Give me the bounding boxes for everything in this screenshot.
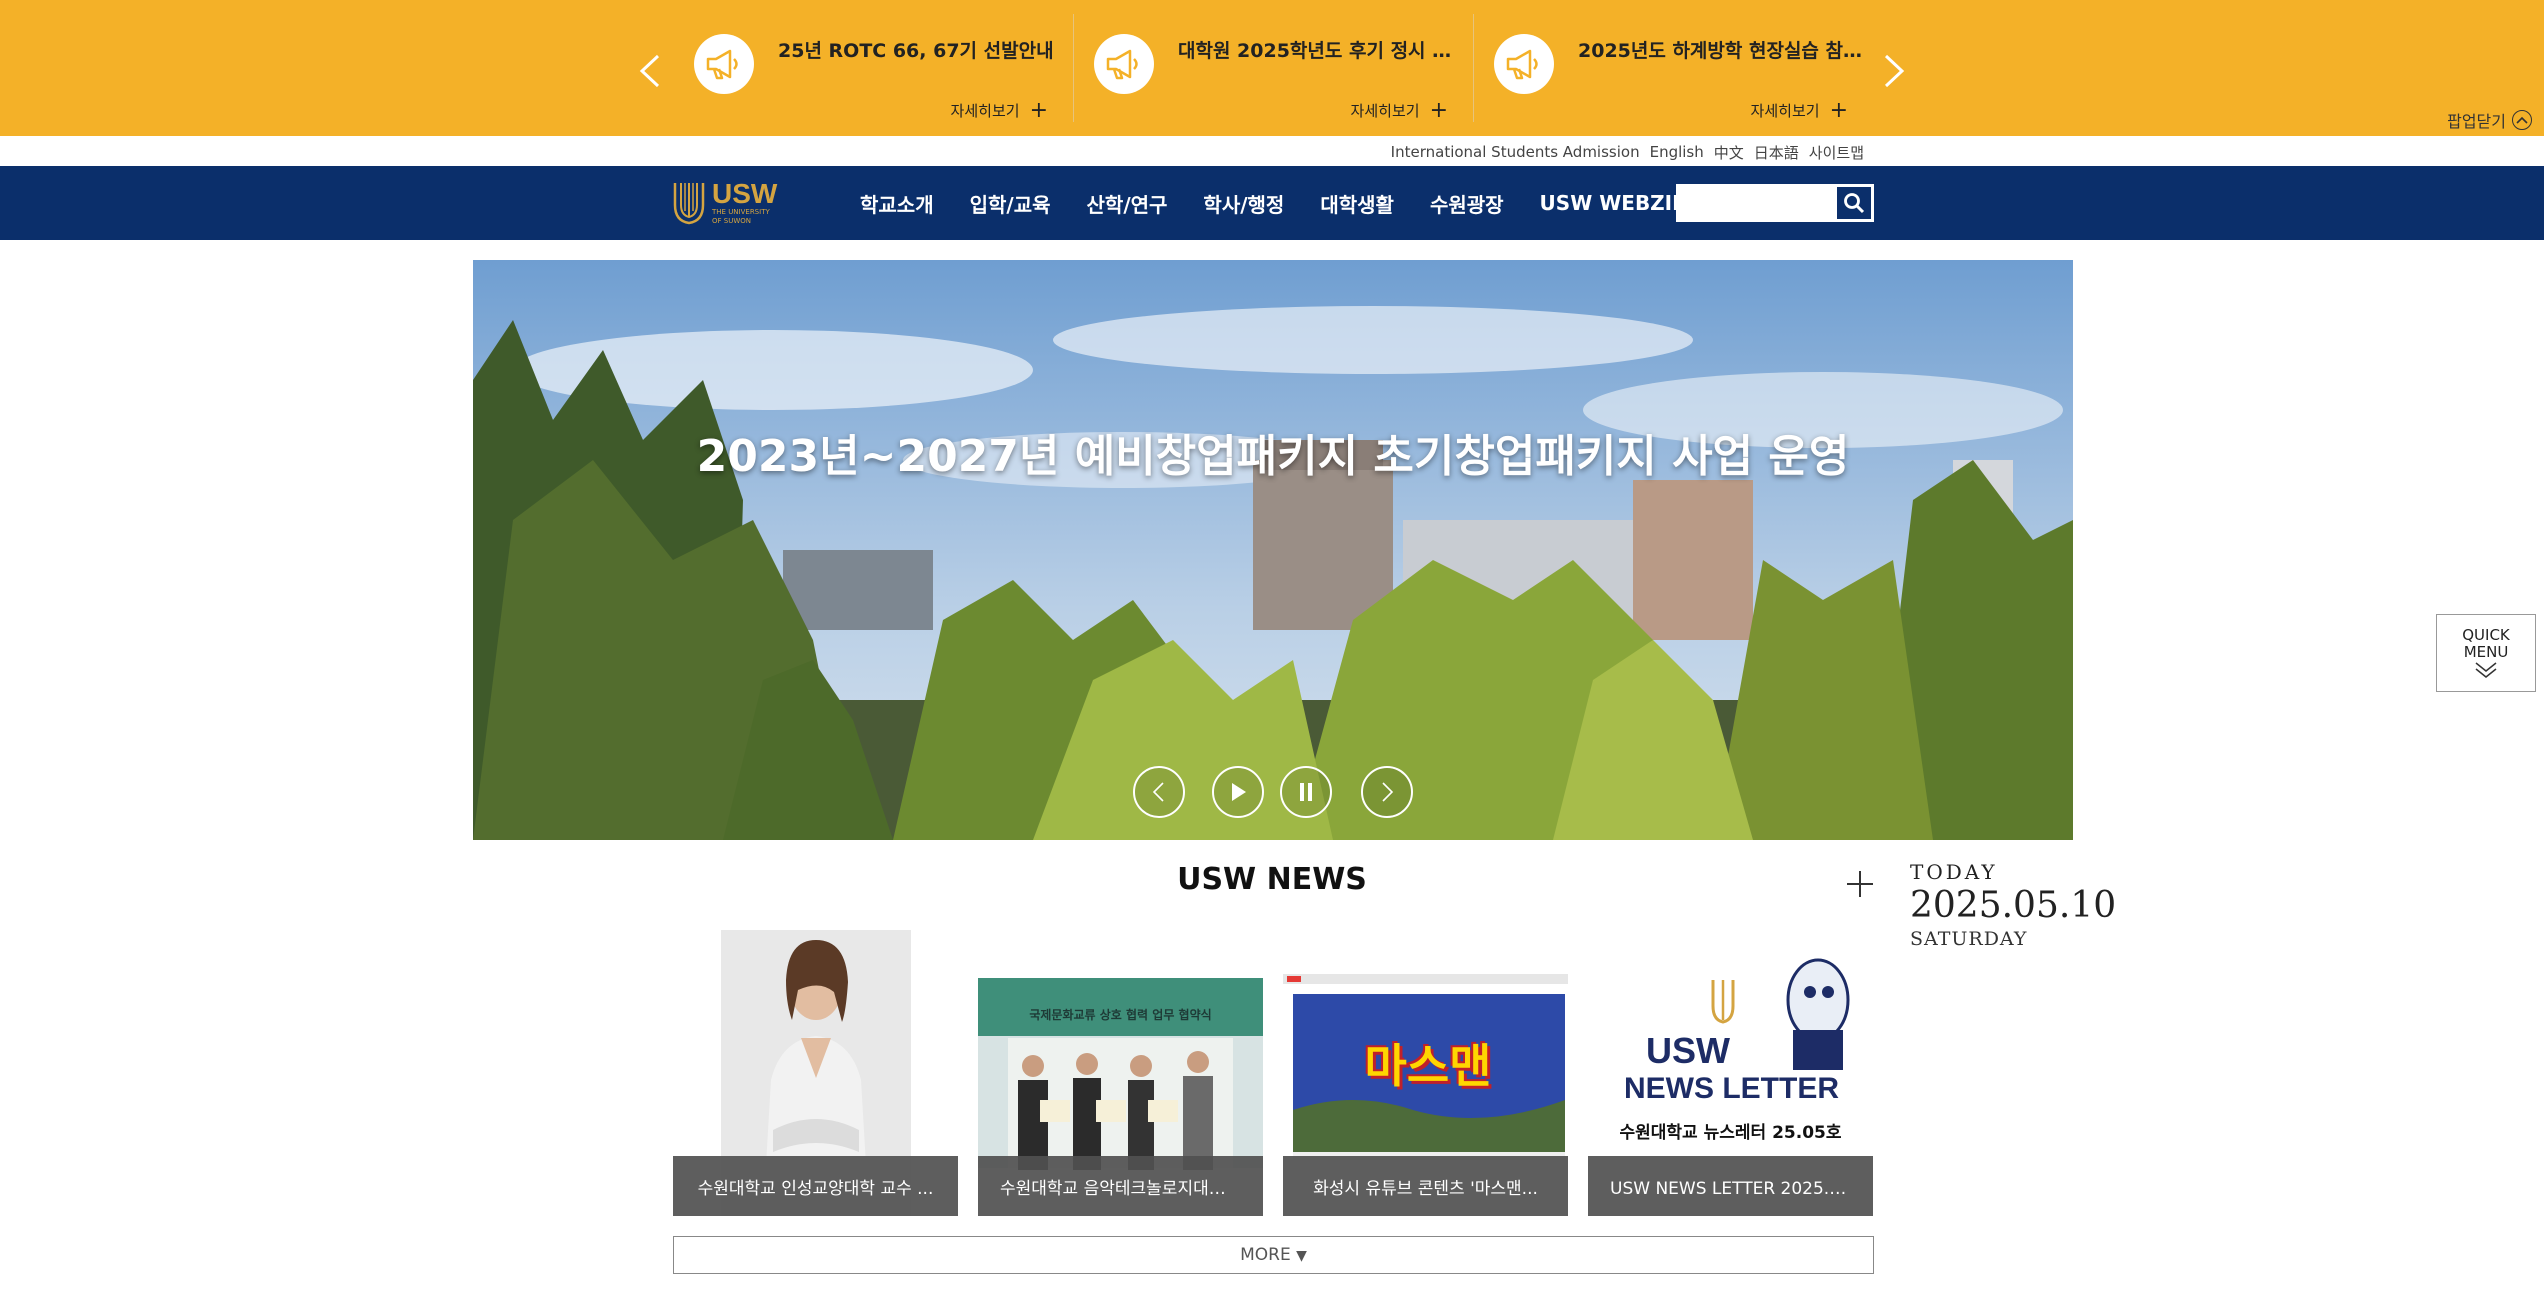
nav-item-about[interactable]: 학교소개 xyxy=(860,189,934,218)
today-date: 2025.05.10 xyxy=(1910,885,2117,926)
hero-play-button[interactable] xyxy=(1212,766,1264,818)
today-label: TODAY xyxy=(1910,860,1998,884)
plus-icon: + xyxy=(1029,97,1048,123)
popup-more-link[interactable]: 자세히보기 + xyxy=(1350,97,1448,123)
chevron-right-icon xyxy=(1382,782,1394,802)
popup-title[interactable]: 2025년도 하계방학 현장실습 참여학생 모집 xyxy=(1578,36,1863,63)
megaphone-icon xyxy=(1494,34,1554,94)
popup-more-label: 자세히보기 xyxy=(950,102,1020,120)
utility-links: International Students Admission English… xyxy=(1391,140,1864,164)
news-card-banner-text: 국제문화교류 상호 협력 업무 협약식 xyxy=(1029,1008,1212,1022)
pause-icon xyxy=(1300,783,1312,801)
news-card-caption-text: 수원대학교 음악테크놀로지대학,... xyxy=(1000,1178,1241,1199)
popup-title[interactable]: 25년 ROTC 66, 67기 선발안내 xyxy=(778,36,1063,63)
util-link-chinese[interactable]: 中文 xyxy=(1714,142,1744,163)
news-card-caption-text: 화성시 유튜브 콘텐츠 '마스맨... xyxy=(1313,1178,1538,1199)
news-card-logo-title: NEWS LETTER xyxy=(1624,1072,1839,1105)
news-card[interactable]: 마스맨 화성시 유튜브 콘텐츠 '마스맨... xyxy=(1283,930,1568,1216)
nav-item-admission[interactable]: 입학/교육 xyxy=(970,189,1051,218)
news-card-caption: 수원대학교 인성교양대학 교수 ... xyxy=(673,1156,958,1216)
util-link-english[interactable]: English xyxy=(1650,143,1704,161)
news-section-title: USW NEWS xyxy=(1177,862,1367,897)
popup-item[interactable]: 25년 ROTC 66, 67기 선발안내 자세히보기 + xyxy=(678,14,1078,122)
hero-slider: 2023년~2027년 예비창업패키지 초기창업패키지 사업 운영 xyxy=(473,260,2073,840)
popup-more-label: 자세히보기 xyxy=(1750,102,1820,120)
nav-item-academic[interactable]: 학사/행정 xyxy=(1203,189,1284,218)
search-box xyxy=(1676,184,1874,222)
news-card-logo-sub: 수원대학교 뉴스레터 25.05호 xyxy=(1619,1123,1842,1143)
news-card-caption: USW NEWS LETTER 2025.05호 xyxy=(1588,1156,1873,1216)
news-more-label: MORE xyxy=(1240,1245,1291,1265)
news-card[interactable]: 수원대학교 인성교양대학 교수 ... xyxy=(673,930,958,1216)
today-widget: TODAY 2025.05.10 SATURDAY xyxy=(1910,860,2117,950)
nav-item-plaza[interactable]: 수원광장 xyxy=(1430,189,1504,218)
popup-title[interactable]: 대학원 2025학년도 후기 정시 원서접수 안내 xyxy=(1178,36,1463,63)
util-link-sitemap[interactable]: 사이트맵 xyxy=(1809,142,1864,163)
popup-divider xyxy=(1473,14,1474,122)
main-nav: USW THE UNIVERSITY OF SUWON 학교소개 입학/교육 산… xyxy=(0,166,2544,240)
popup-more-link[interactable]: 자세히보기 + xyxy=(1750,97,1848,123)
plus-icon: + xyxy=(1429,97,1448,123)
chevron-left-icon xyxy=(639,54,660,88)
caret-down-icon: ▼ xyxy=(1296,1248,1307,1264)
nav-item-campus-life[interactable]: 대학생활 xyxy=(1320,189,1394,218)
popup-bar: 25년 ROTC 66, 67기 선발안내 자세히보기 + 대학원 2025학년도… xyxy=(0,0,2544,136)
chevron-right-icon xyxy=(1884,54,1905,88)
popup-next-button[interactable] xyxy=(1874,48,1914,94)
search-icon xyxy=(1844,193,1865,214)
hero-prev-button[interactable] xyxy=(1133,766,1185,818)
logo[interactable]: USW THE UNIVERSITY OF SUWON xyxy=(672,178,777,228)
double-chevron-down-icon xyxy=(2475,662,2497,678)
today-weekday: SATURDAY xyxy=(1910,928,2028,950)
news-card-caption: 화성시 유튜브 콘텐츠 '마스맨... xyxy=(1283,1156,1568,1216)
usw-emblem-icon xyxy=(673,183,705,225)
news-card-caption-text: 수원대학교 인성교양대학 교수 ... xyxy=(697,1178,934,1199)
megaphone-icon xyxy=(694,34,754,94)
popup-divider xyxy=(1073,14,1074,122)
news-card[interactable]: USW NEWS LETTER 수원대학교 뉴스레터 25.05호 USW NE… xyxy=(1588,930,1873,1216)
search-input[interactable] xyxy=(1678,186,1836,220)
nav-item-research[interactable]: 산학/연구 xyxy=(1087,189,1168,218)
chevron-left-icon xyxy=(1152,782,1164,802)
popup-prev-button[interactable] xyxy=(630,48,670,94)
popup-more-link[interactable]: 자세히보기 + xyxy=(950,97,1048,123)
quick-menu-button[interactable]: QUICK MENU xyxy=(2436,614,2536,692)
nav-menu: 학교소개 입학/교육 산학/연구 학사/행정 대학생활 수원광장 USW WEB… xyxy=(860,166,1703,240)
logo-text: USW xyxy=(712,178,778,209)
popup-item[interactable]: 2025년도 하계방학 현장실습 참여학생 모집 자세히보기 + xyxy=(1478,14,1878,122)
quick-menu-label-2: MENU xyxy=(2463,643,2509,661)
news-more-plus-button[interactable] xyxy=(1844,868,1876,900)
chevron-up-icon xyxy=(2512,110,2532,130)
popup-close-button[interactable]: 팝업닫기 xyxy=(2447,108,2532,132)
news-card-logo-text: USW xyxy=(1646,1030,1730,1071)
hero-headline: 2023년~2027년 예비창업패키지 초기창업패키지 사업 운영 xyxy=(696,431,1850,482)
hero-campus-image xyxy=(473,260,2073,840)
hero-pause-button[interactable] xyxy=(1280,766,1332,818)
news-more-button[interactable]: MORE ▼ xyxy=(673,1236,1874,1274)
play-icon xyxy=(1232,783,1246,801)
news-card-image-text: 마스맨 xyxy=(1364,1039,1492,1093)
news-card[interactable]: 국제문화교류 상호 협력 업무 협약식 수원대학교 음악테크놀로지대학,... xyxy=(978,930,1263,1216)
news-card-caption: 수원대학교 음악테크놀로지대학,... xyxy=(978,1156,1263,1216)
plus-icon: + xyxy=(1829,97,1848,123)
popup-item[interactable]: 대학원 2025학년도 후기 정시 원서접수 안내 자세히보기 + xyxy=(1078,14,1478,122)
logo-subtext: THE UNIVERSITY OF SUWON xyxy=(712,208,770,225)
hero-next-button[interactable] xyxy=(1361,766,1413,818)
search-button[interactable] xyxy=(1836,186,1872,220)
news-card-caption-text: USW NEWS LETTER 2025.05호 xyxy=(1610,1178,1851,1199)
quick-menu-label-1: QUICK xyxy=(2462,626,2510,644)
popup-close-label: 팝업닫기 xyxy=(2447,112,2506,131)
util-link-international[interactable]: International Students Admission xyxy=(1391,143,1640,161)
util-link-japanese[interactable]: 日本語 xyxy=(1754,142,1799,163)
plus-icon xyxy=(1847,871,1873,897)
megaphone-icon xyxy=(1094,34,1154,94)
popup-more-label: 자세히보기 xyxy=(1350,102,1420,120)
